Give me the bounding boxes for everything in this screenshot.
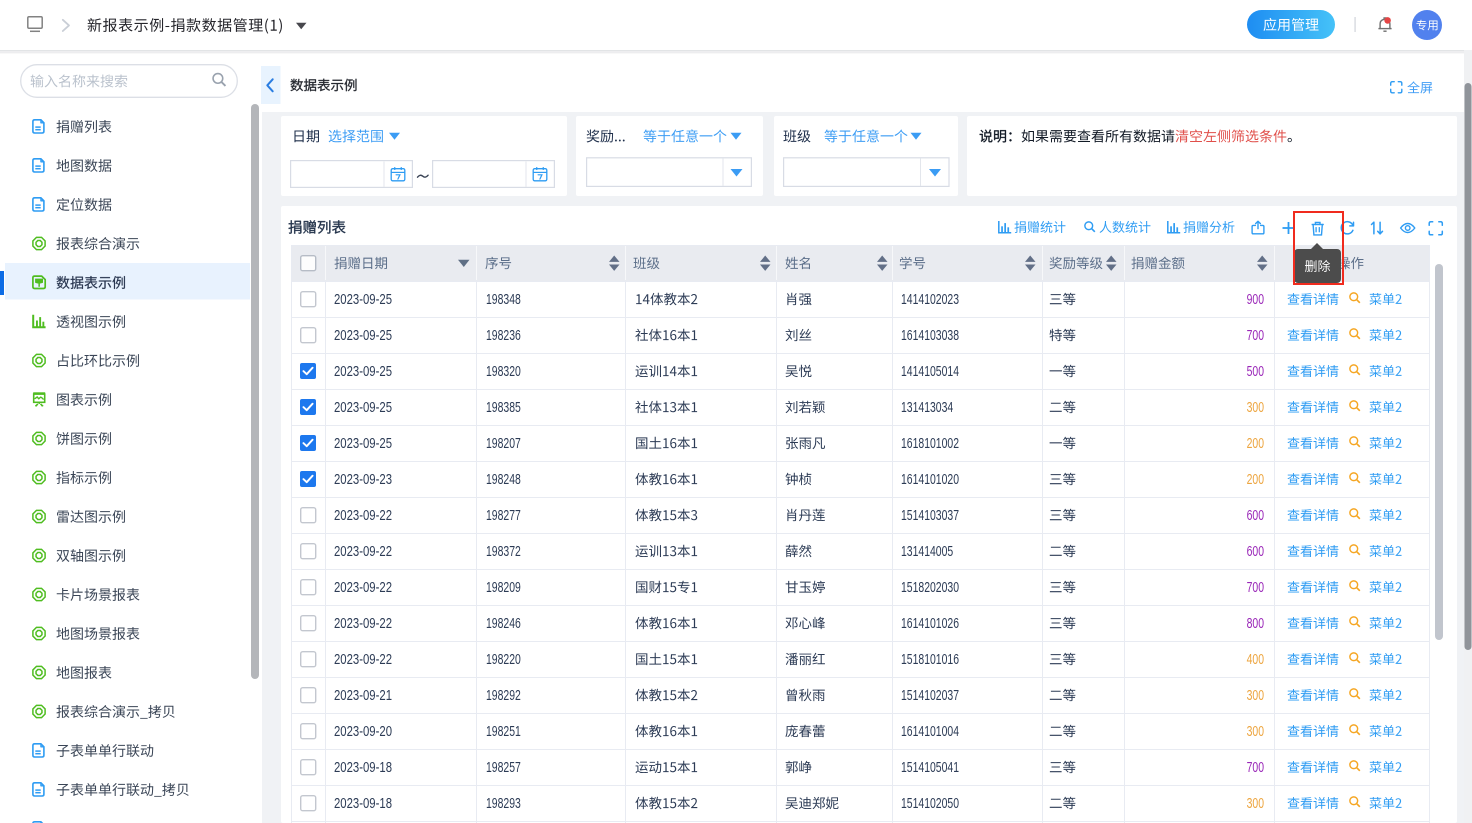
svg-text:198385: 198385 [486, 400, 521, 416]
svg-text:2023-09-18: 2023-09-18 [334, 796, 392, 812]
svg-text:200: 200 [1247, 436, 1264, 452]
svg-text:500: 500 [1247, 364, 1264, 380]
svg-text:2023-09-22: 2023-09-22 [334, 616, 392, 632]
svg-text:1414102023: 1414102023 [901, 292, 959, 308]
svg-text:2023-09-25: 2023-09-25 [334, 400, 392, 416]
svg-text:700: 700 [1247, 580, 1264, 596]
svg-text:198277: 198277 [486, 508, 521, 524]
svg-text:198348: 198348 [486, 292, 521, 308]
svg-text:200: 200 [1247, 472, 1264, 488]
svg-text:198251: 198251 [486, 724, 521, 740]
svg-text:131414005: 131414005 [901, 544, 953, 560]
svg-text:600: 600 [1247, 508, 1264, 524]
svg-text:300: 300 [1247, 724, 1264, 740]
svg-text:1514102050: 1514102050 [901, 796, 959, 812]
svg-text:2023-09-23: 2023-09-23 [334, 472, 392, 488]
svg-text:2023-09-22: 2023-09-22 [334, 580, 392, 596]
svg-text:198246: 198246 [486, 616, 521, 632]
svg-text:1514102037: 1514102037 [901, 688, 959, 704]
svg-text:198248: 198248 [486, 472, 521, 488]
svg-text:2023-09-22: 2023-09-22 [334, 508, 392, 524]
svg-text:2023-09-25: 2023-09-25 [334, 436, 392, 452]
svg-text:198207: 198207 [486, 436, 521, 452]
svg-text:800: 800 [1247, 616, 1264, 632]
svg-text:1614101026: 1614101026 [901, 616, 959, 632]
svg-text:700: 700 [1247, 760, 1264, 776]
svg-text:1614103038: 1614103038 [901, 328, 959, 344]
svg-text:198236: 198236 [486, 328, 521, 344]
svg-text:1518202030: 1518202030 [901, 580, 959, 596]
svg-text:198220: 198220 [486, 652, 521, 668]
svg-text:2023-09-25: 2023-09-25 [334, 328, 392, 344]
svg-text:198292: 198292 [486, 688, 521, 704]
svg-text:1614101020: 1614101020 [901, 472, 959, 488]
svg-text:300: 300 [1247, 400, 1264, 416]
svg-text:2023-09-22: 2023-09-22 [334, 652, 392, 668]
svg-text:1414105014: 1414105014 [901, 364, 959, 380]
svg-text:1518101016: 1518101016 [901, 652, 959, 668]
svg-text:131413034: 131413034 [901, 400, 953, 416]
svg-text:600: 600 [1247, 544, 1264, 560]
svg-text:2023-09-22: 2023-09-22 [334, 544, 392, 560]
svg-text:2023-09-25: 2023-09-25 [334, 292, 392, 308]
svg-text:1514103037: 1514103037 [901, 508, 959, 524]
svg-text:1514105041: 1514105041 [901, 760, 959, 776]
svg-text:198320: 198320 [486, 364, 521, 380]
svg-text:198209: 198209 [486, 580, 521, 596]
svg-text:2023-09-18: 2023-09-18 [334, 760, 392, 776]
svg-text:198372: 198372 [486, 544, 521, 560]
svg-text:198293: 198293 [486, 796, 521, 812]
svg-text:1614101004: 1614101004 [901, 724, 959, 740]
svg-text:1618101002: 1618101002 [901, 436, 959, 452]
svg-text:2023-09-25: 2023-09-25 [334, 364, 392, 380]
svg-text:198257: 198257 [486, 760, 521, 776]
svg-text:2023-09-20: 2023-09-20 [334, 724, 392, 740]
svg-text:400: 400 [1247, 652, 1264, 668]
svg-text:300: 300 [1247, 688, 1264, 704]
svg-text:300: 300 [1247, 796, 1264, 812]
svg-text:900: 900 [1247, 292, 1264, 308]
svg-text:2023-09-21: 2023-09-21 [334, 688, 392, 704]
svg-text:700: 700 [1247, 328, 1264, 344]
